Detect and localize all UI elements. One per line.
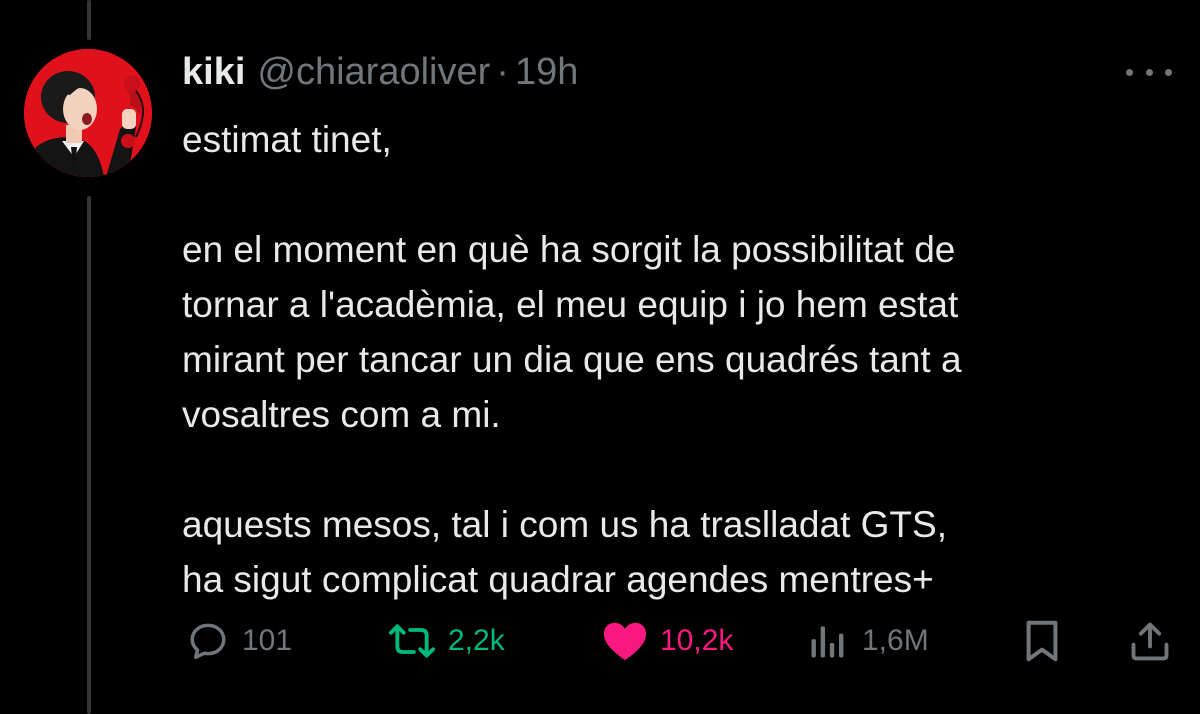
- share-button[interactable]: [1128, 616, 1172, 666]
- avatar[interactable]: [24, 49, 152, 177]
- bookmark-button[interactable]: [1022, 616, 1062, 666]
- retweet-button[interactable]: 2,2k: [388, 616, 505, 666]
- bookmark-icon: [1026, 620, 1058, 662]
- views-button[interactable]: 1,6M: [806, 616, 929, 666]
- retweet-count: 2,2k: [448, 624, 505, 657]
- like-count: 10,2k: [660, 624, 734, 657]
- tweet-paragraph: en el moment en què ha sorgit la possibi…: [182, 229, 962, 435]
- tweet-actions: 101 2,2k 10,2k 1,6M: [0, 616, 1200, 666]
- reply-icon: [190, 623, 226, 660]
- tweet-text: estimat tinet, en el moment en què ha so…: [182, 112, 1172, 607]
- views-icon: [811, 626, 844, 658]
- views-count: 1,6M: [862, 624, 929, 657]
- user-handle[interactable]: @chiaraoliver: [257, 51, 490, 94]
- reply-count: 101: [242, 624, 293, 657]
- more-options-icon[interactable]: [1126, 62, 1172, 82]
- like-button[interactable]: 10,2k: [602, 616, 733, 666]
- avatar-image: [24, 49, 152, 177]
- tweet-paragraph: aquests mesos, tal i com us ha trasllada…: [182, 504, 947, 600]
- display-name[interactable]: kiki: [182, 51, 245, 94]
- tweet-paragraph: estimat tinet,: [182, 119, 392, 160]
- reply-button[interactable]: 101: [186, 616, 292, 666]
- timestamp[interactable]: 19h: [515, 51, 578, 94]
- retweet-icon: [388, 624, 436, 658]
- tweet-header: kiki @chiaraoliver · 19h: [182, 47, 578, 97]
- share-icon: [1131, 622, 1169, 661]
- heart-icon: [603, 622, 647, 661]
- thread-line-top: [87, 0, 91, 40]
- separator-dot: ·: [496, 50, 509, 93]
